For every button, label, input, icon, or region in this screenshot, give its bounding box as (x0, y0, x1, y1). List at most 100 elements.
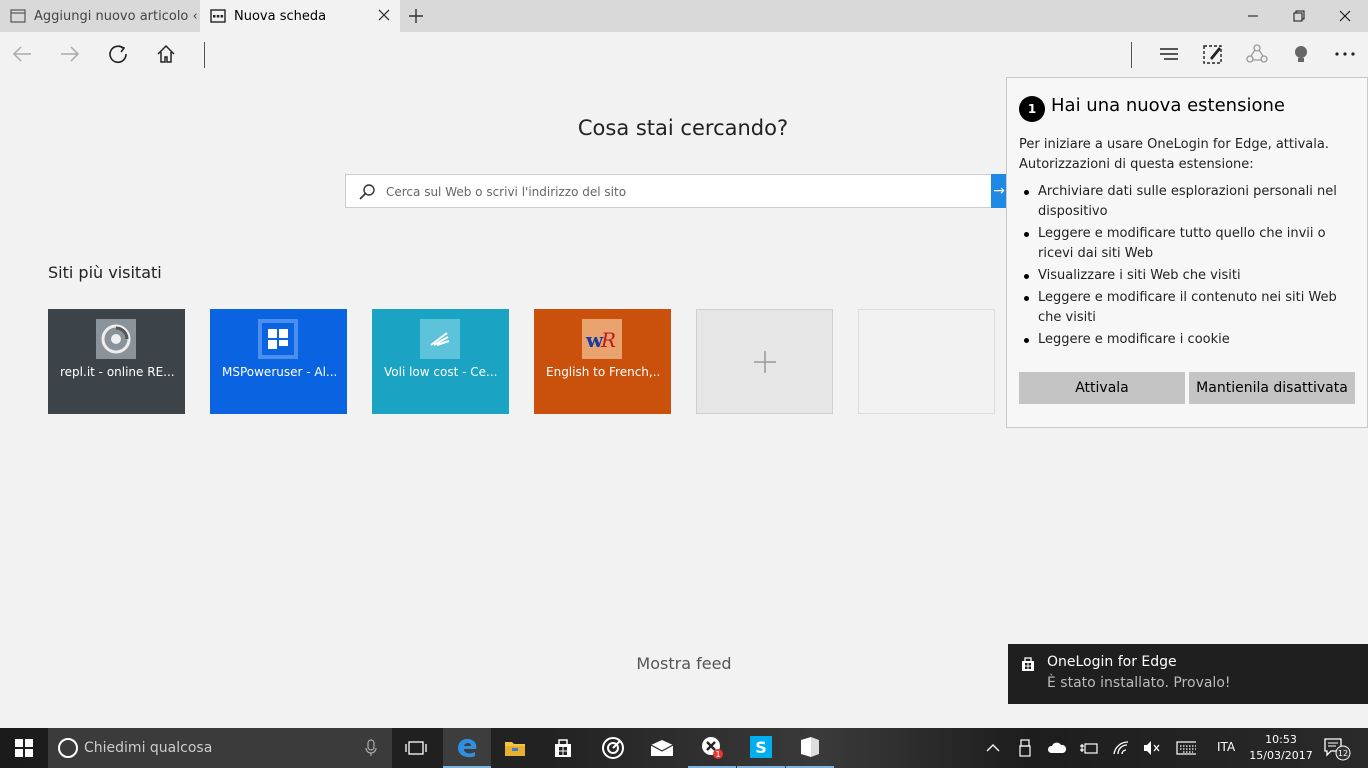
toast-notification[interactable]: OneLogin for Edge È stato installato. Pr… (1008, 644, 1368, 704)
wifi-tray[interactable] (1111, 738, 1131, 758)
chevron-up-icon (986, 744, 1000, 752)
more-dots-icon (1335, 52, 1355, 56)
tile-label: MSPoweruser - Al... (222, 365, 337, 379)
top-site-tile[interactable]: repl.it - online RE... (48, 309, 185, 414)
slack-icon: 1 (702, 737, 723, 759)
show-feed-link[interactable]: Mostra feed (584, 654, 784, 673)
web-note-button[interactable] (1197, 40, 1229, 68)
forward-button[interactable] (54, 40, 86, 68)
search-go-button[interactable]: → (991, 174, 1007, 208)
search-heading: Cosa stai cercando? (577, 116, 789, 140)
add-site-tile[interactable] (696, 309, 833, 414)
cloud-icon (1047, 742, 1067, 753)
top-sites-title: Siti più visitati (48, 263, 162, 282)
back-button[interactable] (6, 40, 38, 68)
close-icon (1339, 10, 1351, 22)
new-tab-icon[interactable] (404, 6, 428, 26)
close-window-button[interactable] (1322, 0, 1368, 32)
show-hidden-icons[interactable] (983, 738, 1003, 758)
new-tab-page-icon (210, 9, 226, 23)
cortana-icon (58, 738, 78, 758)
action-center-button[interactable]: 12 (1322, 736, 1352, 762)
app-taskbar-button[interactable] (786, 728, 834, 768)
edge-taskbar-button[interactable] (443, 728, 491, 768)
keep-off-button[interactable]: Mantienila disattivata (1189, 372, 1355, 404)
top-site-tile[interactable]: Voli low cost - Ce... (372, 309, 509, 414)
store-taskbar-button[interactable] (539, 728, 587, 768)
battery-plug-icon (1080, 743, 1098, 754)
toast-title: OneLogin for Edge (1047, 654, 1177, 670)
empty-site-tile[interactable] (858, 309, 995, 414)
hub-button[interactable] (1153, 40, 1185, 68)
groove-taskbar-button[interactable] (589, 728, 637, 768)
permissions-list: Archiviare dati sulle esplorazioni perso… (1019, 182, 1359, 352)
toolbar-separator (1131, 42, 1132, 68)
search-input[interactable] (386, 181, 986, 203)
refresh-button[interactable] (102, 40, 134, 68)
cortana-placeholder: Chiedimi qualcosa (84, 740, 213, 756)
extension-popup: 1 Hai una nuova estensione Per iniziare … (1006, 77, 1368, 428)
mail-icon (650, 740, 674, 756)
volume-tray[interactable] (1142, 738, 1162, 758)
folder-icon (505, 742, 525, 756)
share-button[interactable] (1241, 40, 1273, 68)
input-language[interactable]: ITA (1217, 740, 1235, 754)
share-icon (1246, 44, 1268, 63)
clock-time: 10:53 (1265, 733, 1297, 746)
keyboard-tray[interactable] (1176, 738, 1196, 758)
usb-tray[interactable] (1015, 738, 1035, 758)
page-icon (10, 9, 26, 23)
tile-label: English to French,... (546, 365, 661, 379)
plus-icon (754, 351, 776, 373)
start-button[interactable] (0, 728, 48, 768)
more-button[interactable] (1329, 40, 1361, 68)
top-site-tile[interactable]: MSPoweruser - Al... (210, 309, 347, 414)
activate-button[interactable]: Attivala (1019, 372, 1185, 404)
tab-wordpress[interactable]: Aggiungi nuovo articolo ‹ W (0, 0, 200, 32)
minimize-button[interactable] (1230, 0, 1276, 32)
toast-body: È stato installato. Provalo! (1047, 675, 1231, 691)
restore-button[interactable] (1276, 0, 1322, 32)
tile-label: repl.it - online RE... (60, 365, 175, 379)
clock-date: 15/03/2017 (1249, 749, 1313, 762)
home-icon (157, 44, 175, 63)
slack-taskbar-button[interactable]: 1 (688, 728, 736, 768)
tab-new[interactable]: Nuova scheda (200, 0, 400, 32)
web-note-icon (1203, 45, 1222, 64)
microphone-icon[interactable] (364, 739, 378, 757)
usb-icon (1019, 739, 1031, 757)
permission-item: Leggere e modificare tutto quello che in… (1019, 224, 1359, 264)
mail-taskbar-button[interactable] (638, 728, 686, 768)
flights-logo-icon (420, 319, 460, 359)
mspoweruser-logo-icon (258, 319, 298, 359)
slack-badge-count: 1 (715, 750, 720, 759)
extension-button[interactable] (1285, 40, 1317, 68)
tab-label: Aggiungi nuovo articolo ‹ W (34, 8, 200, 24)
search-box[interactable]: → (345, 174, 1007, 208)
explorer-taskbar-button[interactable] (491, 728, 539, 768)
task-view-icon (405, 741, 427, 755)
popup-title: Hai una nuova estensione (1051, 95, 1285, 116)
permission-item: Leggere e modificare i cookie (1019, 330, 1359, 350)
taskbar: Chiedimi qualcosa 1 S ITA 10:53 15/03/20… (0, 728, 1368, 768)
home-button[interactable] (150, 40, 182, 68)
power-tray[interactable] (1079, 738, 1099, 758)
store-bag-icon (555, 739, 571, 757)
onedrive-tray[interactable] (1047, 738, 1067, 758)
lightbulb-icon (1295, 46, 1307, 62)
windows-logo-icon (15, 739, 33, 757)
wifi-icon (1113, 741, 1129, 755)
forward-arrow-icon (61, 46, 80, 62)
address-separator (204, 42, 205, 68)
clock[interactable]: 10:53 15/03/2017 (1249, 732, 1313, 764)
cortana-search[interactable]: Chiedimi qualcosa (48, 728, 392, 768)
notification-badge: 1 (1019, 96, 1045, 122)
skype-taskbar-button[interactable]: S (737, 728, 785, 768)
close-tab-icon[interactable] (376, 7, 392, 23)
task-view-button[interactable] (392, 728, 440, 768)
edge-icon (458, 738, 477, 758)
top-site-tile[interactable]: wR English to French,... (534, 309, 671, 414)
tab-bar: Aggiungi nuovo articolo ‹ W Nuova scheda (0, 0, 1368, 32)
svg-text:S: S (755, 738, 767, 757)
permission-item: Visualizzare i siti Web che visiti (1019, 266, 1359, 286)
